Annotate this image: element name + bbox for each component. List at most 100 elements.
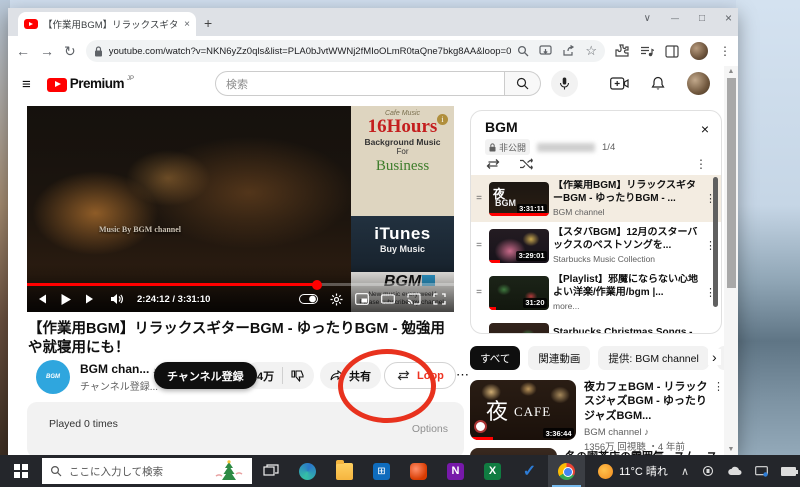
playlist-item-current[interactable]: = 夜BGM 3:31:11 【作業用BGM】リラックスギターBGM - ゆった… bbox=[471, 175, 721, 222]
miniplayer-icon[interactable] bbox=[355, 293, 369, 305]
maximize-button[interactable]: □ bbox=[699, 13, 705, 24]
related-thumbnail: 夜CAFE 3:36:44 bbox=[470, 380, 576, 440]
playlist-index: 1/4 bbox=[602, 142, 615, 153]
playlist-shuffle-icon[interactable] bbox=[519, 158, 535, 170]
address-bar[interactable]: youtube.com/watch?v=NKN6yZz0qls&list=PLA… bbox=[86, 40, 605, 62]
chip-from-channel[interactable]: 提供: BGM channel bbox=[598, 346, 708, 370]
info-icon[interactable]: i bbox=[437, 114, 448, 125]
yt-search-input[interactable]: 検索 bbox=[215, 71, 505, 96]
install-app-icon[interactable] bbox=[539, 45, 552, 57]
drag-handle-icon[interactable]: = bbox=[473, 243, 485, 248]
more-actions-button[interactable]: ⋯ bbox=[456, 367, 470, 383]
share-button[interactable]: 共有 bbox=[320, 362, 381, 389]
play-button[interactable] bbox=[60, 293, 72, 306]
scroll-up-icon[interactable]: ▲ bbox=[724, 68, 738, 75]
search-icon[interactable] bbox=[517, 45, 529, 57]
settings-gear-icon[interactable] bbox=[330, 293, 343, 306]
chips-next-icon[interactable]: › bbox=[708, 349, 721, 365]
chip-all[interactable]: すべて bbox=[470, 346, 520, 370]
playlist-menu-icon[interactable]: ⋮ bbox=[695, 157, 707, 171]
drag-handle-icon[interactable]: = bbox=[473, 196, 485, 201]
looper-extension-icon[interactable] bbox=[640, 45, 654, 58]
volume-icon[interactable] bbox=[110, 293, 124, 305]
share-icon[interactable] bbox=[562, 45, 575, 57]
playlist-item[interactable]: = 3:29:01 【スタバBGM】12月のスターバックスのベストソングを...… bbox=[471, 222, 721, 269]
browser-profile-avatar[interactable] bbox=[690, 42, 708, 60]
fullscreen-icon[interactable] bbox=[433, 293, 446, 305]
side-panel-icon[interactable] bbox=[665, 45, 679, 58]
tray-update-icon[interactable] bbox=[702, 465, 714, 477]
back-button[interactable]: ← bbox=[16, 44, 30, 58]
taskbar-edge[interactable] bbox=[289, 455, 326, 487]
windows-taskbar: ここに入力して検索 ⊞ N X ✓ 11°C 晴れ ∧ bbox=[0, 455, 800, 487]
start-button[interactable] bbox=[0, 464, 42, 478]
theater-mode-icon[interactable] bbox=[381, 293, 395, 305]
minimize-button[interactable]: — bbox=[671, 14, 679, 23]
scrollbar-thumb[interactable] bbox=[727, 78, 736, 288]
browser-toolbar: ← → ↻ youtube.com/watch?v=NKN6yZz0qls&li… bbox=[8, 36, 738, 66]
next-button[interactable] bbox=[85, 293, 97, 305]
tab-search-icon[interactable]: ∨ bbox=[644, 13, 651, 24]
new-tab-button[interactable]: + bbox=[204, 15, 212, 31]
subscribe-button[interactable]: チャンネル登録 bbox=[154, 362, 257, 389]
create-video-icon[interactable] bbox=[610, 77, 629, 91]
page-scrollbar[interactable]: ▲ ▼ bbox=[724, 66, 738, 455]
related-video[interactable]: 夜CAFE 3:36:44 夜カフェBGM - リラックスジャズBGM - ゆっ… bbox=[470, 380, 724, 453]
filter-chips: すべて 関連動画 提供: BGM channel ラ bbox=[470, 346, 730, 372]
christmas-tree-icon bbox=[214, 460, 244, 482]
voice-search-button[interactable] bbox=[551, 70, 578, 97]
taskbar-office[interactable] bbox=[400, 455, 437, 487]
close-button[interactable]: × bbox=[725, 11, 732, 25]
forward-button[interactable]: → bbox=[40, 44, 54, 58]
autoplay-toggle[interactable] bbox=[299, 294, 318, 304]
onedrive-cloud-icon[interactable] bbox=[727, 466, 742, 476]
previous-button[interactable] bbox=[35, 293, 47, 305]
youtube-premium-logo[interactable]: Premium JP bbox=[47, 76, 134, 92]
notifications-bell-icon[interactable] bbox=[651, 76, 665, 91]
playlist-item[interactable]: = 31:20 【Playlist】邪魔にならない心地よい洋楽/作業用/bgm … bbox=[471, 269, 721, 316]
next-video-partial: 冬の喫茶店の雰囲気 - スムースジャズ... bbox=[470, 448, 724, 455]
taskbar-explorer[interactable] bbox=[326, 455, 363, 487]
playlist-item[interactable]: = Starbucks Christmas Songs - クリスマスの雰囲気で… bbox=[471, 316, 721, 333]
battery-icon[interactable] bbox=[781, 467, 796, 476]
loop-button[interactable]: Loop bbox=[384, 362, 456, 389]
playlist-loop-icon[interactable] bbox=[485, 158, 501, 170]
yt-search-placeholder: 検索 bbox=[226, 76, 248, 92]
hamburger-menu-icon[interactable]: ≡ bbox=[22, 76, 31, 93]
taskbar-search-input[interactable]: ここに入力して検索 bbox=[42, 458, 252, 484]
channel-name[interactable]: BGM chan... ♪ bbox=[80, 362, 157, 376]
reload-button[interactable]: ↻ bbox=[64, 44, 76, 58]
channel-avatar[interactable]: BGM bbox=[36, 360, 70, 394]
taskbar-todo[interactable]: ✓ bbox=[511, 455, 548, 487]
extensions-puzzle-icon[interactable] bbox=[615, 44, 629, 58]
tray-chevron-icon[interactable]: ∧ bbox=[681, 465, 689, 478]
display-cast-icon[interactable] bbox=[755, 466, 768, 477]
yt-profile-avatar[interactable] bbox=[687, 72, 710, 95]
yt-search-button[interactable] bbox=[505, 71, 541, 96]
tab-close-icon[interactable]: × bbox=[184, 19, 190, 30]
dislike-icon[interactable] bbox=[291, 370, 304, 382]
chip-related[interactable]: 関連動画 bbox=[528, 346, 590, 370]
playlist-item-title: 【Playlist】邪魔にならない心地よい洋楽/作業用/bgm |... bbox=[553, 274, 701, 299]
tab-strip: 【作業用BGM】リラックスギターBGM × + ∨ — □ × bbox=[8, 8, 738, 36]
bookmark-star-icon[interactable]: ☆ bbox=[585, 43, 597, 59]
browser-menu-icon[interactable]: ⋮ bbox=[719, 44, 731, 58]
drag-handle-icon[interactable]: = bbox=[473, 290, 485, 295]
scroll-down-icon[interactable]: ▼ bbox=[724, 446, 738, 453]
playlist-close-icon[interactable]: × bbox=[701, 121, 709, 137]
taskbar-store[interactable]: ⊞ bbox=[363, 455, 400, 487]
cast-icon[interactable] bbox=[407, 293, 421, 305]
related-menu-icon[interactable]: ⋮ bbox=[713, 380, 724, 393]
taskbar-excel[interactable]: X bbox=[474, 455, 511, 487]
playlist-scrollbar[interactable] bbox=[713, 177, 718, 307]
task-view-button[interactable] bbox=[252, 455, 289, 487]
todo-check-icon: ✓ bbox=[521, 463, 538, 480]
taskbar-onenote[interactable]: N bbox=[437, 455, 474, 487]
looper-options-link[interactable]: Options bbox=[412, 423, 448, 435]
overlay-card-16hours[interactable]: Cafe Music i 16Hours Background Music Fo… bbox=[351, 106, 454, 216]
taskbar-weather[interactable]: 11°C 晴れ bbox=[598, 463, 668, 479]
taskbar-chrome-active[interactable] bbox=[548, 455, 585, 487]
video-player[interactable]: Cafe Music i 16Hours Background Music Fo… bbox=[27, 106, 454, 312]
browser-tab[interactable]: 【作業用BGM】リラックスギターBGM × bbox=[18, 12, 196, 36]
like-count[interactable]: .4万 bbox=[254, 368, 274, 384]
